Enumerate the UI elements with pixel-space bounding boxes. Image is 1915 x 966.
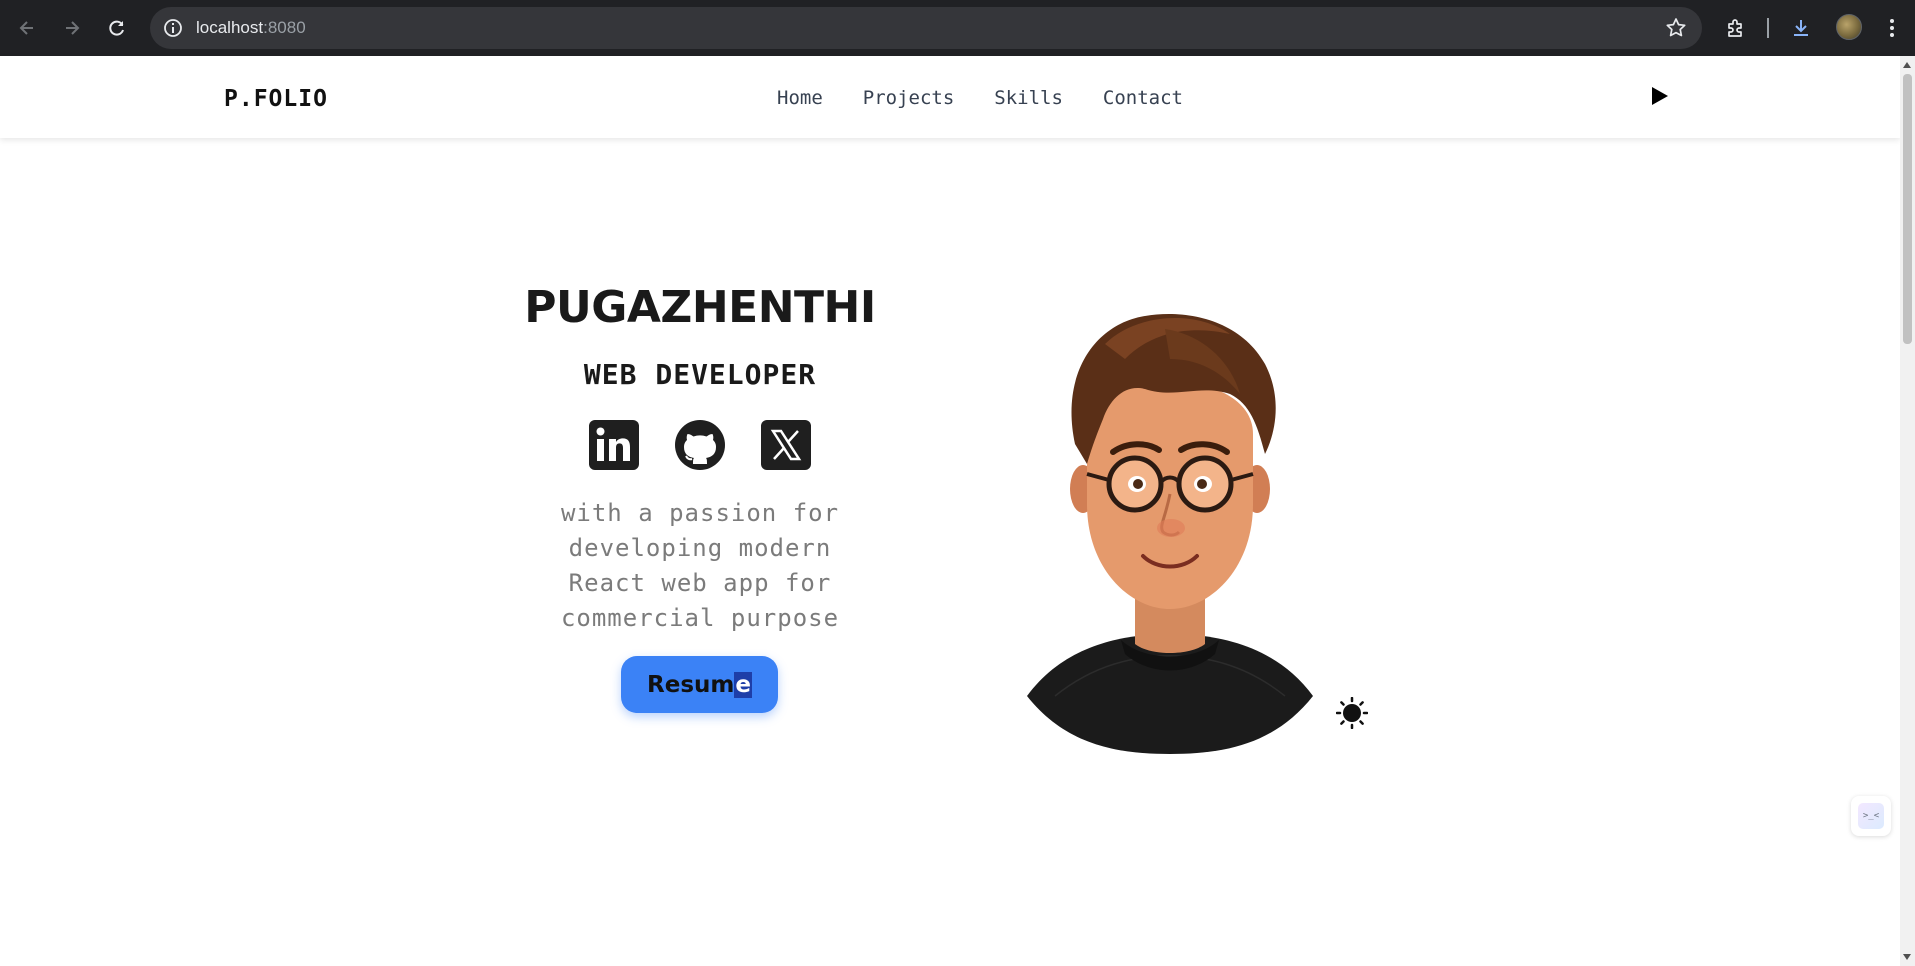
url-text: localhost:8080 <box>196 18 306 38</box>
scrollbar-thumb[interactable] <box>1903 74 1912 344</box>
tagline-line: React web app for <box>568 569 832 597</box>
github-icon[interactable] <box>675 420 725 470</box>
resume-button[interactable]: Resum e <box>621 656 778 713</box>
forward-arrow-icon[interactable] <box>56 12 88 44</box>
resume-label-selected: e <box>734 671 752 698</box>
url-port: :8080 <box>263 18 306 37</box>
brand-logo[interactable]: P.FOLIO <box>224 86 328 112</box>
toolbar-divider <box>1767 18 1769 38</box>
hero-name: PUGAZHENTHI <box>524 282 876 333</box>
site-navbar: P.FOLIO Home Projects Skills Contact <box>0 56 1900 138</box>
hero-role: WEB DEVELOPER <box>583 358 817 391</box>
hero-tagline: with a passion for developing modern Rea… <box>510 496 890 636</box>
tagline-line: commercial purpose <box>560 604 840 632</box>
x-twitter-icon[interactable] <box>761 420 811 470</box>
tagline-line: developing modern <box>568 534 832 562</box>
nav-link-projects[interactable]: Projects <box>863 87 955 109</box>
resume-label: Resum <box>647 671 735 698</box>
nav-menu: Home Projects Skills Contact <box>777 87 1183 109</box>
site-info-icon[interactable] <box>162 17 184 39</box>
social-links <box>589 420 811 470</box>
kebab-menu-icon[interactable] <box>1878 14 1906 42</box>
extensions-icon[interactable] <box>1722 14 1750 42</box>
download-icon[interactable] <box>1787 14 1815 42</box>
nav-link-home[interactable]: Home <box>777 87 823 109</box>
linkedin-icon[interactable] <box>589 420 639 470</box>
reload-icon[interactable] <box>101 12 133 44</box>
bookmark-star-icon[interactable] <box>1664 16 1688 40</box>
nav-link-contact[interactable]: Contact <box>1103 87 1183 109</box>
page-viewport: P.FOLIO Home Projects Skills Contact PUG… <box>0 56 1900 966</box>
back-arrow-icon[interactable] <box>11 12 43 44</box>
address-bar[interactable]: localhost:8080 <box>150 7 1702 49</box>
floating-widget-label: >_< <box>1858 803 1884 829</box>
url-host: localhost <box>196 18 264 37</box>
play-icon[interactable] <box>1648 85 1670 107</box>
sun-icon[interactable] <box>1335 696 1369 730</box>
avatar-illustration <box>1025 304 1315 754</box>
page-scrollbar[interactable] <box>1900 56 1915 966</box>
nav-link-skills[interactable]: Skills <box>994 87 1063 109</box>
browser-toolbar: localhost:8080 <box>0 0 1915 56</box>
profile-avatar[interactable] <box>1836 14 1862 40</box>
scroll-down-arrow-icon[interactable] <box>1903 954 1911 960</box>
tagline-line: with a passion for <box>560 499 840 527</box>
scroll-up-arrow-icon[interactable] <box>1903 62 1911 68</box>
floating-widget-button[interactable]: >_< <box>1851 796 1891 836</box>
